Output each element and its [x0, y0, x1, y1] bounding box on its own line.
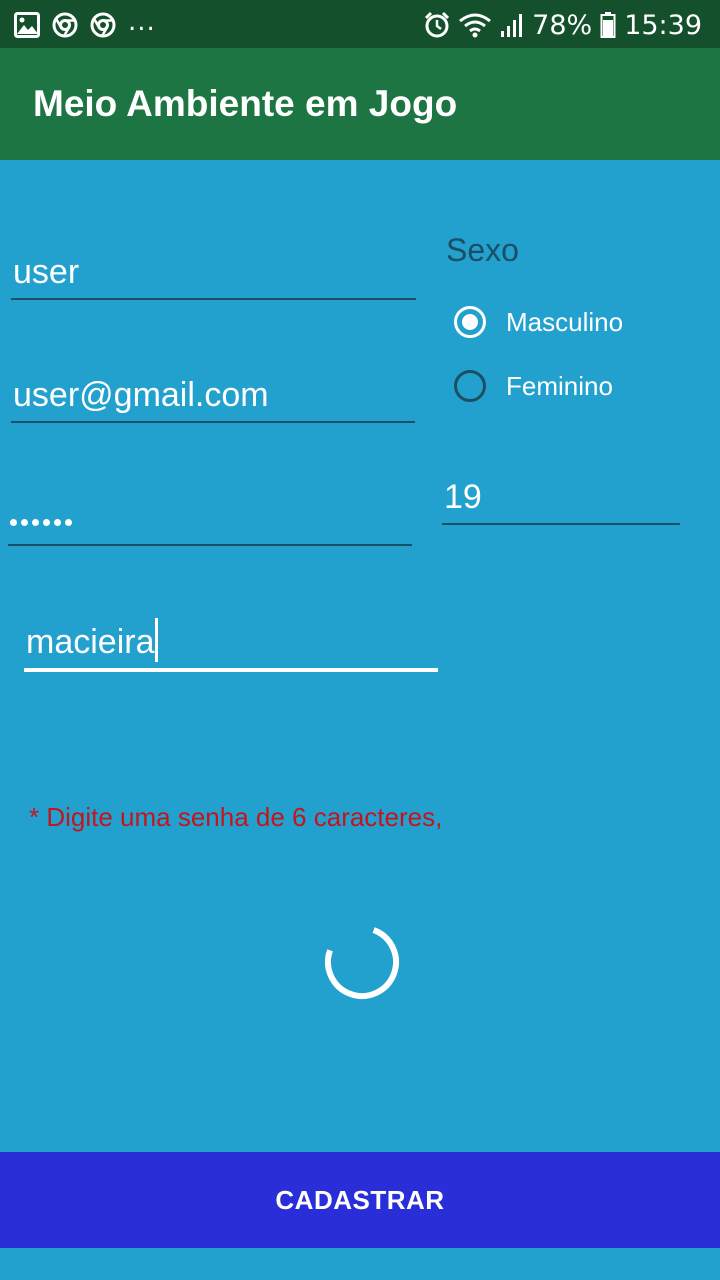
- email-value: user@gmail.com: [13, 376, 269, 414]
- sexo-label: Sexo: [446, 232, 519, 268]
- cadastrar-button[interactable]: CADASTRAR: [0, 1152, 720, 1248]
- password-dot: [21, 519, 28, 526]
- text-cursor: [155, 618, 159, 662]
- password-field[interactable]: [8, 490, 412, 546]
- password-dot: [54, 519, 61, 526]
- radio-feminino[interactable]: Feminino: [454, 366, 613, 406]
- radio-feminino-label: Feminino: [506, 370, 613, 401]
- radio-masculino-label: Masculino: [506, 306, 624, 337]
- password-dot: [43, 519, 50, 526]
- email-field[interactable]: user@gmail.com: [11, 367, 415, 423]
- chrome-icon: [90, 12, 116, 38]
- password-dot: [65, 519, 72, 526]
- alarm-icon: [425, 11, 450, 38]
- age-field[interactable]: 19: [442, 468, 680, 525]
- radio-masculino[interactable]: Masculino: [454, 302, 623, 342]
- radio-checked-icon: [454, 306, 486, 338]
- app-title: Meio Ambiente em Jogo: [33, 83, 458, 124]
- status-bar-notifications: ...: [14, 7, 156, 40]
- more-notifications-indicator: ...: [128, 7, 156, 37]
- clock: 15:39: [624, 9, 702, 41]
- password-dot: [10, 519, 17, 526]
- username-field[interactable]: user: [11, 244, 416, 300]
- status-bar-system: 78% 15:39: [416, 8, 702, 42]
- tree-value: macieira: [26, 623, 155, 661]
- battery-icon: [600, 12, 616, 38]
- password-dot: [32, 519, 39, 526]
- radio-unchecked-icon: [454, 370, 486, 402]
- status-bar: ... 78% 15:39: [0, 0, 720, 48]
- wifi-icon: [459, 13, 492, 38]
- chrome-icon: [52, 12, 78, 38]
- age-value: 19: [444, 478, 482, 516]
- tree-value-wrap: macieira: [26, 618, 159, 662]
- loading-spinner-icon: [325, 925, 399, 999]
- signal-icon: [501, 14, 523, 37]
- app-bar: Meio Ambiente em Jogo: [0, 48, 720, 160]
- image-icon: [14, 12, 40, 38]
- username-value: user: [13, 253, 80, 291]
- tree-field[interactable]: macieira: [24, 610, 438, 672]
- battery-percentage: 78%: [532, 9, 593, 41]
- error-message: * Digite uma senha de 6 caracteres,: [29, 802, 443, 832]
- password-mask: [10, 519, 76, 526]
